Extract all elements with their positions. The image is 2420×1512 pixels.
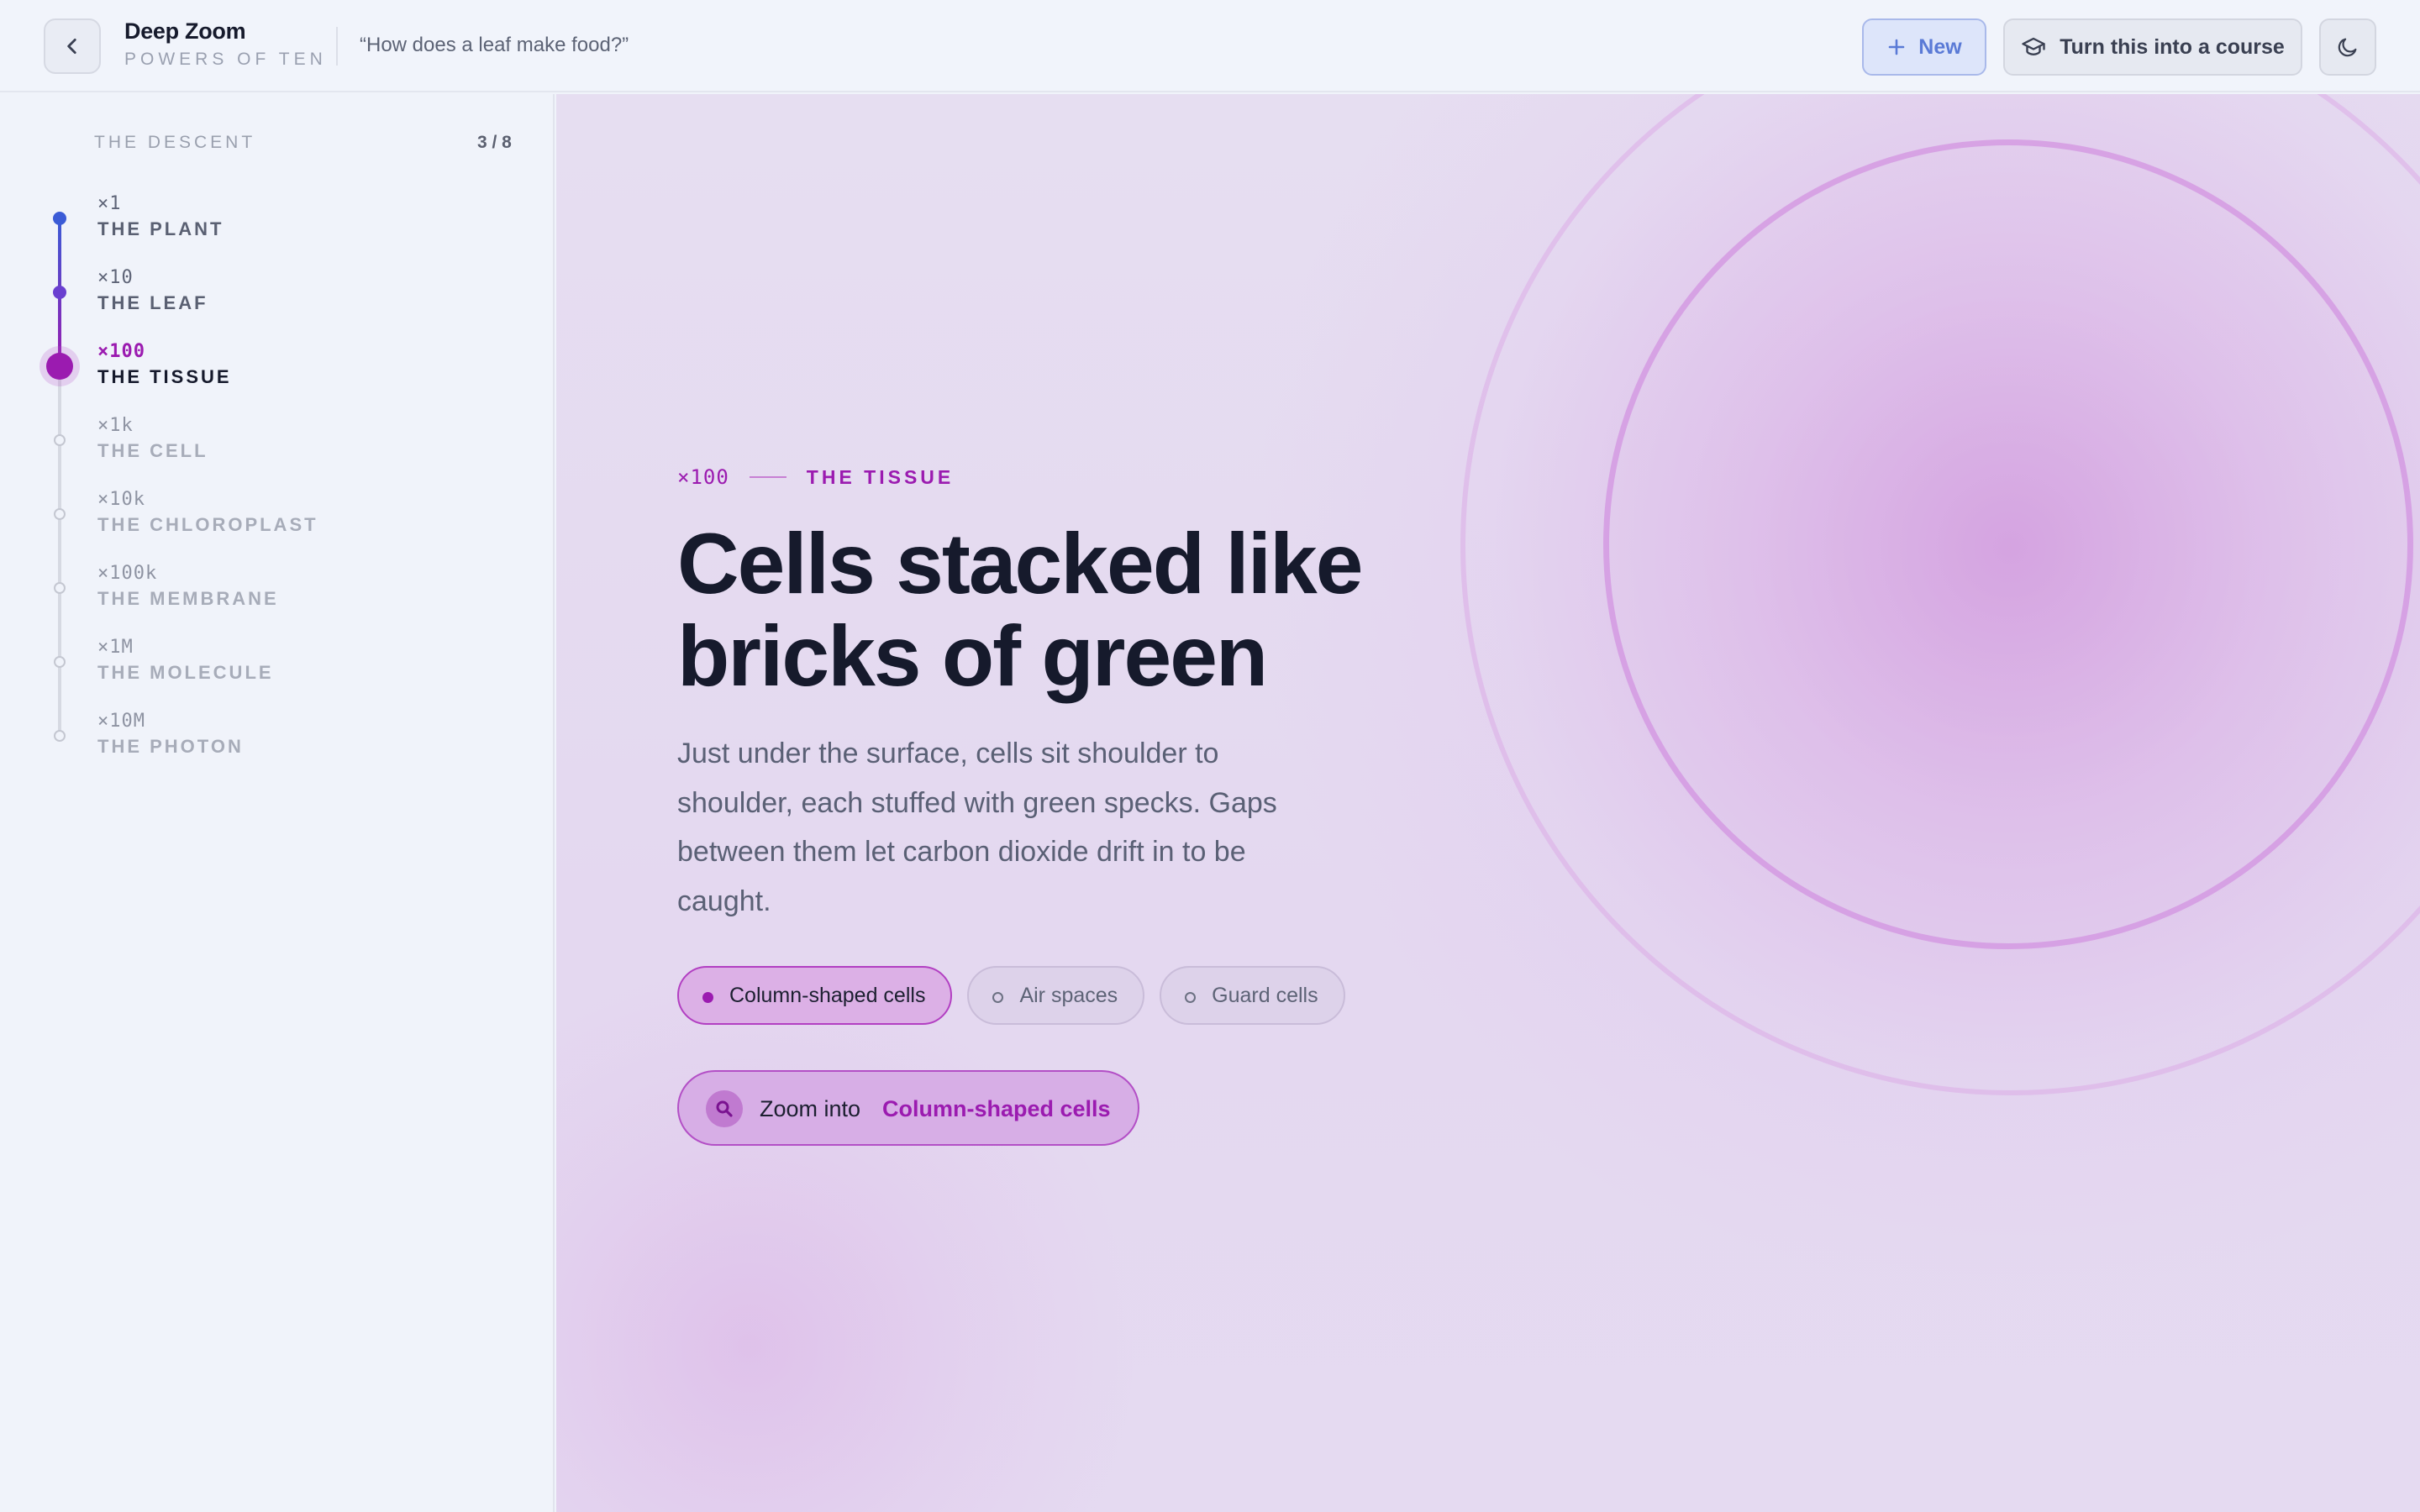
step-title: THE TISSUE [97,366,232,387]
theme-toggle-button[interactable] [2319,18,2376,76]
step-dot-upcoming [54,582,66,594]
app-title: Deep Zoom [124,18,246,44]
descent-step-the-leaf[interactable]: ×10 THE LEAF [0,267,538,341]
step-dot-done [53,286,66,299]
chip-selected-dot [702,992,713,1003]
step-title: THE LEAF [97,292,208,313]
chip-unselected-dot [1185,992,1197,1003]
chevron-left-icon [67,39,76,54]
back-button[interactable] [44,18,101,74]
zoom-icon-badge [706,1090,743,1127]
descent-progress: 3 / 8 [477,133,512,152]
step-dot-upcoming [54,730,66,742]
step-title: THE CELL [97,440,208,461]
descent-step-the-membrane[interactable]: ×100k THE MEMBRANE [0,563,538,637]
level-title: THE TISSUE [806,465,955,488]
current-question: “How does a leaf make food?” [360,34,629,56]
step-title: THE MOLECULE [97,662,274,683]
descent-step-the-chloroplast[interactable]: ×10k THE CHLOROPLAST [0,489,538,563]
feature-chips: Column-shaped cells Air spaces Guard cel… [677,966,1345,1025]
search-icon [716,1100,733,1117]
course-button-label: Turn this into a course [2060,34,2285,59]
descent-section-label: THE DESCENT [94,133,256,152]
descent-step-the-photon[interactable]: ×10M THE PHOTON [0,711,538,785]
level-description: Just under the surface, cells sit should… [677,738,1277,917]
chip-label: Column-shaped cells [729,983,926,1007]
step-scale: ×1k [97,415,134,436]
header-divider [336,27,338,66]
step-title: THE PHOTON [97,736,244,757]
new-button-label: New [1918,34,1962,59]
new-button[interactable]: New [1862,18,1986,76]
step-scale: ×1 [97,193,122,214]
zoom-button-prefix: Zoom into [760,1096,861,1121]
step-scale: ×10M [97,711,145,732]
top-bar: Deep Zoom POWERS OF TEN “How does a leaf… [0,0,2420,92]
step-title: THE MEMBRANE [97,588,279,609]
step-scale: ×100k [97,563,158,584]
step-dot-upcoming [54,434,66,446]
descent-sidebar: THE DESCENT 3 / 8 ×1 THE PLANT ×10 THE LEAF… [0,94,555,1512]
descent-step-the-molecule[interactable]: ×1M THE MOLECULE [0,637,538,711]
descent-step-the-tissue[interactable]: ×100 THE TISSUE [0,341,538,415]
brand: Deep Zoom POWERS OF TEN [124,18,327,70]
chip-unselected-dot [992,992,1004,1003]
step-title: THE CHLOROPLAST [97,514,318,535]
chip-air-spaces[interactable]: Air spaces [967,966,1145,1025]
step-scale: ×10k [97,489,145,510]
zoom-stage: ×100 THE TISSUE Cells stacked like brick… [556,94,2420,1512]
plus-icon [1888,39,1905,55]
step-dot-current [46,353,73,380]
moon-icon [2338,38,2357,57]
zoom-into-button[interactable]: Zoom into Column-shaped cells [677,1070,1139,1146]
step-scale: ×10 [97,267,134,288]
level-headline: Cells stacked like bricks of green [677,516,1364,704]
eyebrow-divider [749,476,786,478]
descent-step-the-cell[interactable]: ×1k THE CELL [0,415,538,489]
zoom-ring-inner [1603,139,2413,949]
level-scale: ×100 [677,465,729,489]
graduation-cap-icon [2022,37,2045,55]
chip-label: Guard cells [1212,983,1318,1007]
step-scale: ×1M [97,637,134,658]
step-dot-upcoming [54,508,66,520]
step-dot-done [53,212,66,225]
chip-label: Air spaces [1019,983,1118,1007]
step-title: THE PLANT [97,218,224,239]
zoom-button-target: Column-shaped cells [882,1096,1111,1121]
descent-step-the-plant[interactable]: ×1 THE PLANT [0,193,538,267]
turn-into-course-button[interactable]: Turn this into a course [2003,18,2302,76]
chip-guard-cells[interactable]: Guard cells [1160,966,1345,1025]
level-eyebrow: ×100 THE TISSUE [677,465,954,489]
app-subtitle: POWERS OF TEN [124,50,327,69]
step-dot-upcoming [54,656,66,668]
step-scale: ×100 [97,341,145,362]
chip-column-shaped-cells[interactable]: Column-shaped cells [677,966,953,1025]
